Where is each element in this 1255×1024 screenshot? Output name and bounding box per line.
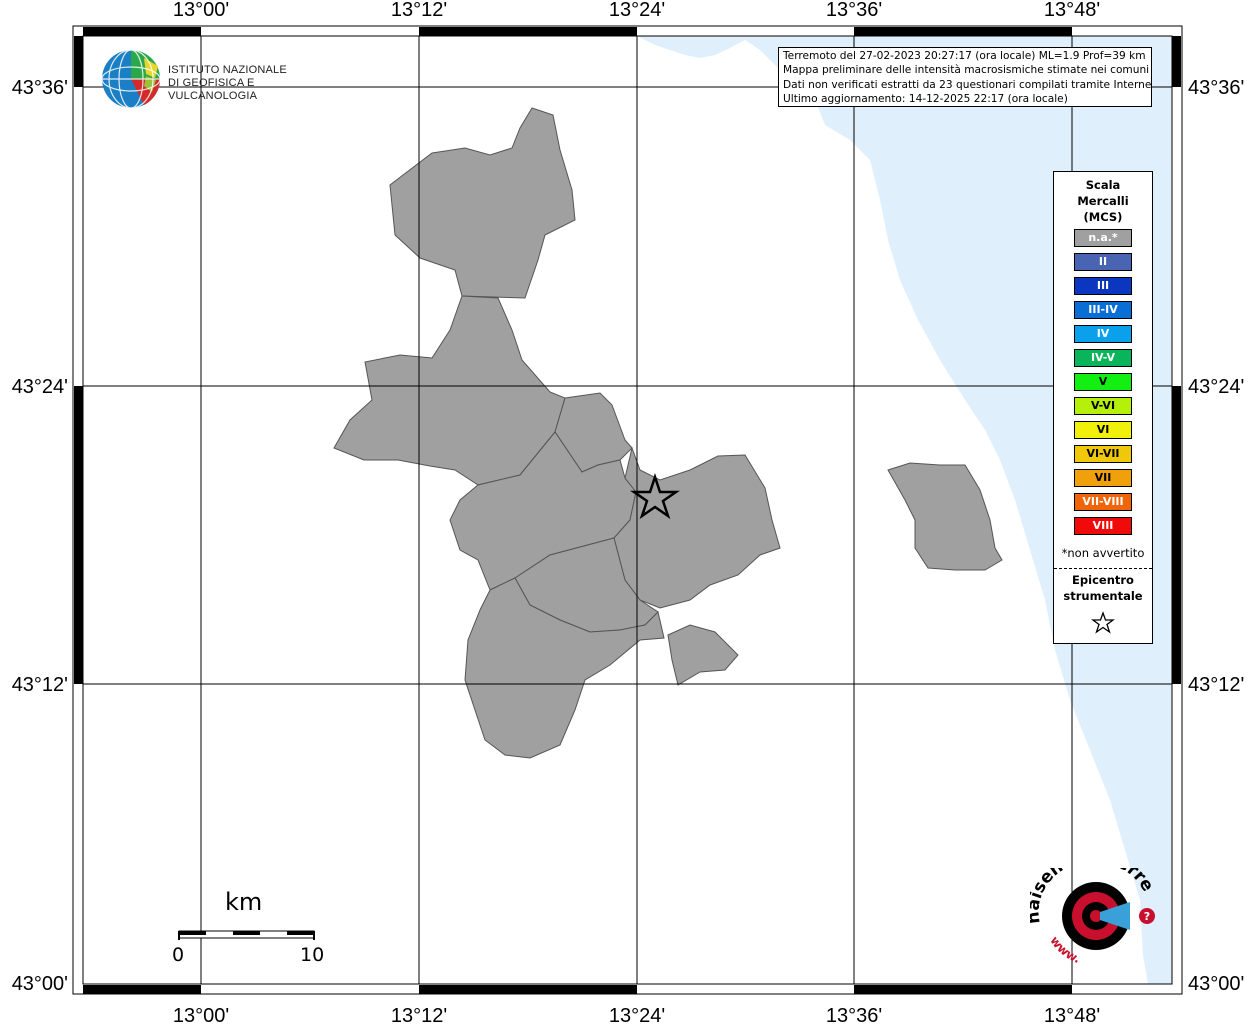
legend-swatch: IV (1074, 325, 1132, 343)
epicenter-legend-label: Epicentro strumentale (1054, 572, 1152, 604)
globe-icon (101, 49, 161, 109)
legend-swatch: III-IV (1074, 301, 1132, 319)
epicenter-legend-line: strumentale (1063, 589, 1143, 603)
event-info-line: Ultimo aggiornamento: 14-12-2025 22:17 (… (783, 93, 1068, 106)
legend-swatch: II (1074, 253, 1132, 271)
top-lon-label: 13°12' (391, 0, 447, 21)
left-lat-label: 43°24' (12, 376, 68, 398)
star-icon (1091, 611, 1115, 634)
legend-note: *non avvertito (1061, 546, 1145, 560)
right-lat-label: 43°36' (1188, 77, 1244, 99)
legend-swatch: VII-VIII (1074, 493, 1132, 511)
bottom-lon-label: 13°00' (173, 1005, 229, 1024)
left-lat-label: 43°36' (12, 77, 68, 99)
scale-bar-unit: km (225, 888, 263, 916)
top-lon-label: 13°36' (826, 0, 882, 21)
right-lat-label: 43°24' (1188, 376, 1244, 398)
legend-separator (1054, 568, 1152, 569)
legend-swatch: n.a.* (1074, 229, 1132, 247)
ingv-name-line2: DI GEOFISICA E VULCANOLOGIA (168, 77, 258, 102)
legend-title: Scala Mercalli (MCS) (1054, 177, 1152, 225)
legend-title-line: Mercalli (1077, 194, 1129, 208)
bottom-lon-label: 13°12' (391, 1005, 447, 1024)
event-info-line: Dati non verificati estratti da 23 quest… (783, 78, 1152, 91)
left-lat-label: 43°00' (12, 973, 68, 995)
legend-swatch: VI (1074, 421, 1132, 439)
bottom-lon-label: 13°24' (609, 1005, 665, 1024)
legend-swatch: V-VI (1074, 397, 1132, 415)
hai-sentito-il-terremoto-logo: haisentitoilterremoto.it www. ? (1021, 847, 1160, 973)
ingv-logo: ISTITUTO NAZIONALE DI GEOFISICA E VULCAN… (100, 48, 340, 110)
scale-bar-max: 10 (300, 944, 325, 966)
mcs-legend: Scala Mercalli (MCS) n.a.* II III III-IV IV I… (1053, 171, 1153, 644)
left-lat-label: 43°12' (12, 674, 68, 696)
legend-swatch: V (1074, 373, 1132, 391)
right-lat-label: 43°00' (1188, 973, 1244, 995)
legend-title-line: (MCS) (1083, 210, 1123, 224)
event-info-line: Terremoto del 27-02-2023 20:27:17 (ora l… (783, 50, 1146, 62)
event-info-box: Terremoto del 27-02-2023 20:27:17 (ora l… (778, 47, 1152, 107)
legend-swatch: IV-V (1074, 349, 1132, 367)
legend-swatch: VII (1074, 469, 1132, 487)
svg-text:?: ? (1144, 910, 1150, 923)
bottom-lon-label: 13°48' (1044, 1005, 1100, 1024)
event-info-line: Mappa preliminare delle intensità macros… (783, 64, 1150, 77)
legend-swatch: VIII (1074, 517, 1132, 535)
ingv-name-line1: ISTITUTO NAZIONALE (168, 64, 287, 76)
legend-swatch: III (1074, 277, 1132, 295)
top-lon-label: 13°48' (1044, 0, 1100, 21)
legend-title-line: Scala (1085, 178, 1121, 192)
epicenter-legend-line: Epicentro (1072, 573, 1134, 587)
right-lat-label: 43°12' (1188, 674, 1244, 696)
top-lon-label: 13°24' (609, 0, 665, 21)
top-lon-label: 13°00' (173, 0, 229, 21)
legend-swatch: VI-VII (1074, 445, 1132, 463)
bottom-lon-label: 13°36' (826, 1005, 882, 1024)
scale-bar-min: 0 (172, 944, 185, 966)
